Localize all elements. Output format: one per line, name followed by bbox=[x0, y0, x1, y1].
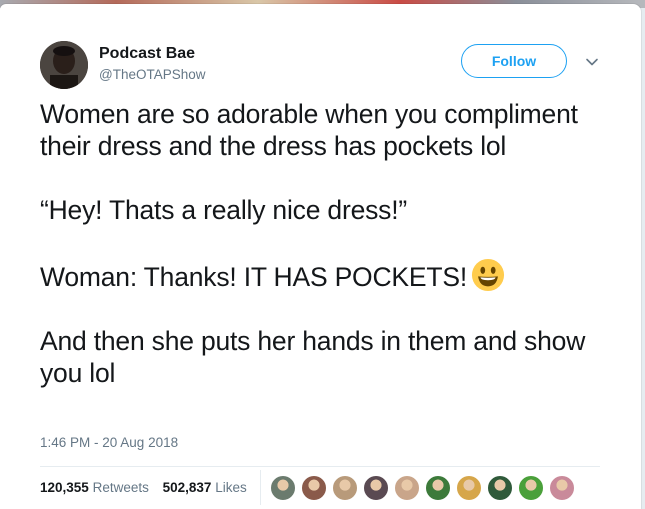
liker-avatar[interactable] bbox=[332, 475, 358, 501]
tweet-line: And then she puts her hands in them and … bbox=[40, 326, 586, 388]
user-handle[interactable]: @TheOTAPShow bbox=[99, 67, 206, 82]
smiley-emoji-icon bbox=[471, 258, 505, 292]
tweet-stats: 120,355 Retweets 502,837 Likes bbox=[40, 480, 257, 495]
likes-count: 502,837 bbox=[162, 480, 212, 495]
stats-separator bbox=[260, 470, 261, 505]
retweets-label: Retweets bbox=[92, 480, 149, 495]
follow-button[interactable]: Follow bbox=[461, 44, 567, 78]
retweets-count: 120,355 bbox=[40, 480, 89, 495]
tweet-line: “Hey! Thats a really nice dress!” bbox=[40, 195, 407, 225]
chevron-down-icon[interactable] bbox=[585, 55, 599, 69]
liker-avatar[interactable] bbox=[363, 475, 389, 501]
liker-avatars bbox=[270, 475, 580, 505]
retweets-stat[interactable]: 120,355 Retweets bbox=[40, 480, 149, 495]
liker-avatar[interactable] bbox=[518, 475, 544, 501]
likes-label: Likes bbox=[215, 480, 247, 495]
liker-avatar[interactable] bbox=[549, 475, 575, 501]
liker-avatar[interactable] bbox=[301, 475, 327, 501]
divider bbox=[40, 466, 600, 467]
tweet-card: Podcast Bae @TheOTAPShow Follow Women ar… bbox=[0, 4, 641, 509]
display-name[interactable]: Podcast Bae bbox=[99, 45, 195, 63]
avatar-image bbox=[40, 41, 88, 89]
liker-avatar[interactable] bbox=[270, 475, 296, 501]
liker-avatar[interactable] bbox=[425, 475, 451, 501]
tweet-text: Women are so adorable when you complimen… bbox=[40, 98, 600, 389]
tweet-line-with-emoji: Woman: Thanks! IT HAS POCKETS! bbox=[40, 258, 600, 293]
liker-avatar[interactable] bbox=[394, 475, 420, 501]
tweet-timestamp[interactable]: 1:46 PM - 20 Aug 2018 bbox=[40, 435, 178, 450]
liker-avatar[interactable] bbox=[487, 475, 513, 501]
avatar[interactable] bbox=[40, 41, 88, 89]
tweet-line: Woman: Thanks! IT HAS POCKETS! bbox=[40, 262, 467, 292]
likes-stat[interactable]: 502,837 Likes bbox=[163, 480, 247, 495]
tweet-line: Women are so adorable when you complimen… bbox=[40, 99, 578, 161]
liker-avatar[interactable] bbox=[456, 475, 482, 501]
